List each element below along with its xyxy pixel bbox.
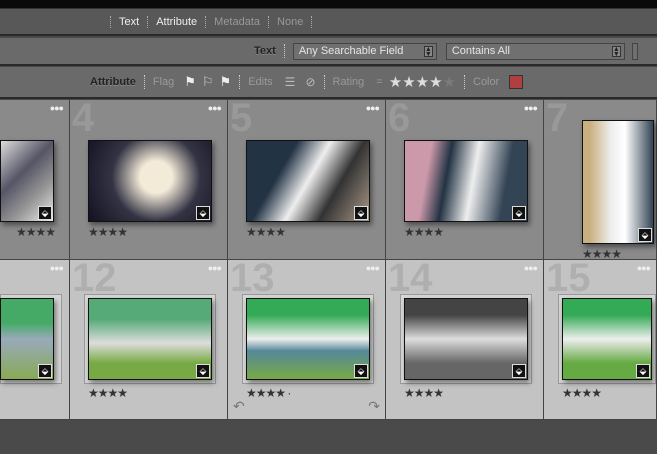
grid-cell[interactable]: 4 ●●● ⬙ ★★★★ xyxy=(70,96,228,260)
more-icon[interactable]: ●●● xyxy=(524,263,538,273)
select-value: Any Searchable Field xyxy=(298,45,404,57)
rotate-right-icon[interactable]: ↷ xyxy=(368,398,380,415)
rating-stars[interactable]: ★★★★ xyxy=(16,225,56,239)
keyword-tag-icon[interactable]: ⬙ xyxy=(638,228,652,242)
rating-operator[interactable]: = xyxy=(376,76,382,88)
star-icon[interactable]: ★ xyxy=(389,74,402,91)
stepper-icon: ▲ ▼ xyxy=(423,45,433,58)
tab-metadata[interactable]: Metadata xyxy=(205,15,268,28)
grid-cell[interactable]: ●●● ⬙ ★★★★ xyxy=(0,100,70,260)
photo-thumbnail[interactable]: ⬙ xyxy=(88,140,212,222)
more-icon[interactable]: ●●● xyxy=(208,263,222,273)
flag-label: Flag xyxy=(152,76,175,88)
star-icon[interactable]: ★ xyxy=(402,74,415,91)
keyword-tag-icon[interactable]: ⬙ xyxy=(512,206,526,220)
search-input[interactable] xyxy=(631,42,638,60)
star-icon[interactable]: ★ xyxy=(416,74,429,91)
unedited-icon[interactable]: ⊘ xyxy=(305,75,315,89)
photo-thumbnail[interactable]: ⬙ xyxy=(562,298,652,380)
keyword-tag-icon[interactable]: ⬙ xyxy=(196,206,210,220)
star-icon[interactable]: ★ xyxy=(443,74,456,91)
rating-stars[interactable]: ★★★★ xyxy=(404,386,444,400)
photo-thumbnail[interactable]: ⬙ xyxy=(88,298,212,380)
grid-cell[interactable]: 15 ●●● ⬙ ★★★★ xyxy=(544,256,657,420)
divider xyxy=(323,75,325,89)
grid-cell[interactable]: 6 ●●● ⬙ ★★★★ xyxy=(386,96,544,260)
text-filter-label: Text xyxy=(254,45,276,57)
photo-thumbnail[interactable]: ⬙ xyxy=(246,140,370,222)
keyword-tag-icon[interactable]: ⬙ xyxy=(38,206,52,220)
more-icon[interactable]: ●●● xyxy=(366,103,380,113)
rating-stars[interactable]: ★★★★ xyxy=(88,225,128,239)
color-swatch-red[interactable] xyxy=(509,75,524,89)
tab-none[interactable]: None xyxy=(268,15,313,28)
divider xyxy=(283,44,285,58)
keyword-tag-icon[interactable]: ⬙ xyxy=(636,364,650,378)
grid-cell[interactable]: 14 ●●● ⬙ ★★★★ xyxy=(386,256,544,420)
photo-grid: ●●● ⬙ ★★★★ 4 ●●● ⬙ ★★★★ 5 ●●● ⬙ ★★★★ 6 ●●● ⬙ ★★★★ 7 ⬙ ★★★… xyxy=(0,96,657,420)
photo-thumbnail[interactable]: ⬙ xyxy=(404,140,528,222)
flag-unflagged-icon[interactable]: ⚐ xyxy=(202,74,214,90)
more-icon[interactable]: ●●● xyxy=(50,103,64,113)
divider xyxy=(143,75,145,89)
grid-cell[interactable]: 12 ●●● ⬙ ★★★★ xyxy=(70,256,228,420)
grid-cell[interactable]: 13 ●●● ⬙ ★★★★ · ↶ ↷ xyxy=(228,256,386,420)
attribute-filter-row: Attribute Flag ⚑ ⚐ ⚑ Edits ☰ ⊘ Rating = … xyxy=(0,67,657,99)
text-filter-row: Text Any Searchable Field ▲ ▼ Contains All… xyxy=(0,38,657,66)
tab-text[interactable]: Text xyxy=(110,15,147,28)
keyword-tag-icon[interactable]: ⬙ xyxy=(196,364,210,378)
attribute-filter-label: Attribute xyxy=(90,76,136,88)
rating-stars[interactable]: ★★★★★ xyxy=(389,73,456,91)
filter-bar-tabs: Text Attribute Metadata None xyxy=(0,9,657,36)
more-icon[interactable]: ●●● xyxy=(366,263,380,273)
color-label: Color xyxy=(473,76,500,88)
photo-thumbnail[interactable]: ⬙ xyxy=(0,298,54,380)
stepper-icon: ▲ ▼ xyxy=(611,45,621,58)
cell-index: 4 xyxy=(72,96,95,140)
edited-icon[interactable]: ☰ xyxy=(285,75,296,89)
grid-cell[interactable]: 7 ⬙ ★★★★ xyxy=(544,96,657,261)
window-top-bar xyxy=(0,0,657,9)
rule-select[interactable]: Contains All ▲ ▼ xyxy=(445,42,625,60)
photo-thumbnail[interactable]: ⬙ xyxy=(246,298,370,380)
cell-index: 7 xyxy=(546,96,569,140)
more-icon[interactable]: ●●● xyxy=(524,103,538,113)
keyword-tag-icon[interactable]: ⬙ xyxy=(354,364,368,378)
searchable-field-select[interactable]: Any Searchable Field ▲ ▼ xyxy=(292,42,437,60)
flag-rejected-icon[interactable]: ⚑ xyxy=(220,74,232,90)
divider xyxy=(464,75,465,89)
more-icon[interactable]: ●●● xyxy=(50,263,64,273)
photo-thumbnail[interactable]: ⬙ xyxy=(404,298,528,380)
more-icon[interactable]: ●●● xyxy=(637,263,651,273)
cell-index: 6 xyxy=(388,96,411,140)
rating-stars[interactable]: ★★★★ xyxy=(562,386,602,400)
tab-attribute[interactable]: Attribute xyxy=(147,15,205,28)
photo-thumbnail[interactable]: ⬙ xyxy=(582,120,654,244)
rating-stars[interactable]: ★★★★ · xyxy=(246,386,291,400)
photo-thumbnail[interactable]: ⬙ xyxy=(0,140,54,222)
edits-label: Edits xyxy=(248,76,273,88)
rotate-left-icon[interactable]: ↶ xyxy=(233,398,245,415)
grid-cell[interactable]: 5 ●●● ⬙ ★★★★ xyxy=(228,96,386,260)
flag-pick-icon[interactable]: ⚑ xyxy=(184,74,196,90)
divider xyxy=(239,75,241,89)
rating-stars[interactable]: ★★★★ xyxy=(88,386,128,400)
grid-cell[interactable]: ●●● ⬙ xyxy=(0,260,70,420)
keyword-tag-icon[interactable]: ⬙ xyxy=(38,364,52,378)
rating-stars[interactable]: ★★★★ xyxy=(404,225,444,239)
rating-label: Rating xyxy=(332,76,365,88)
cell-index: 5 xyxy=(230,96,253,140)
more-icon[interactable]: ●●● xyxy=(208,103,222,113)
keyword-tag-icon[interactable]: ⬙ xyxy=(512,364,526,378)
keyword-tag-icon[interactable]: ⬙ xyxy=(354,206,368,220)
rating-stars[interactable]: ★★★★ xyxy=(246,225,286,239)
star-icon[interactable]: ★ xyxy=(429,74,442,91)
select-value: Contains All xyxy=(451,45,510,57)
